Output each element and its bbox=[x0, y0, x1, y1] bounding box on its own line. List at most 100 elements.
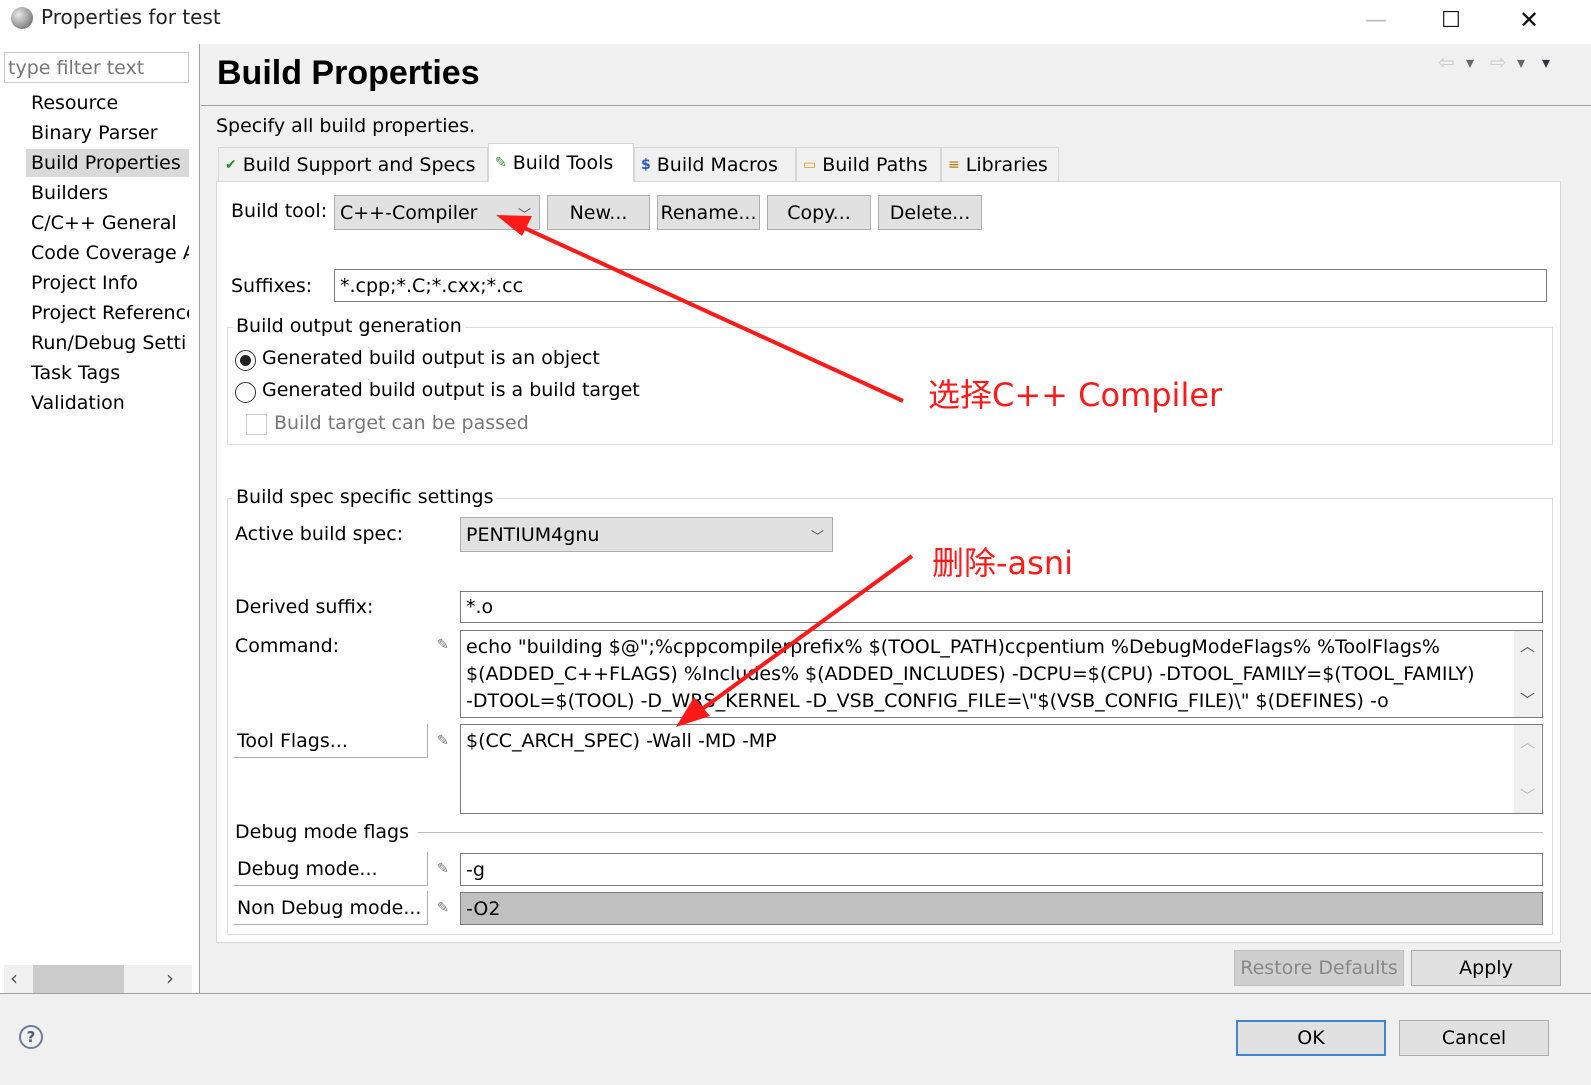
maximize-button[interactable]: ☐ bbox=[1412, 0, 1490, 40]
tab-build-support-and-specs[interactable]: ✔ Build Support and Specs bbox=[218, 147, 488, 181]
scroll-right-icon[interactable]: › bbox=[166, 966, 174, 990]
page-description: Specify all build properties. bbox=[216, 115, 476, 137]
non-debug-mode-button[interactable]: Non Debug mode... bbox=[234, 891, 428, 925]
tree-item-code-coverage[interactable]: Code Coverage A bbox=[26, 239, 189, 267]
scroll-up-icon[interactable]: ︿ bbox=[1520, 635, 1535, 656]
maximize-icon: ☐ bbox=[1441, 7, 1461, 33]
copy-tool-button[interactable]: Copy... bbox=[767, 195, 871, 230]
tool-flags-textarea[interactable]: $(CC_ARCH_SPEC) -Wall -MD -MP bbox=[460, 724, 1543, 814]
debug-mode-button[interactable]: Debug mode... bbox=[234, 852, 428, 886]
tree-item-validation[interactable]: Validation bbox=[26, 389, 189, 417]
passthrough-checkbox[interactable] bbox=[246, 414, 267, 435]
tree-item-cpp-general[interactable]: C/C++ General bbox=[26, 209, 189, 237]
ok-button[interactable]: OK bbox=[1236, 1020, 1386, 1056]
passthrough-label: Build target can be passed bbox=[274, 412, 529, 434]
command-scrollbar[interactable]: ︿ ﹀ bbox=[1514, 631, 1541, 717]
forward-arrow-icon[interactable]: ⇨ bbox=[1490, 50, 1507, 74]
cancel-button[interactable]: Cancel bbox=[1399, 1020, 1549, 1056]
footer-divider bbox=[0, 993, 1591, 994]
scroll-down-icon[interactable]: ﹀ bbox=[1520, 689, 1535, 710]
command-line: echo "building $@";%cppcompilerprefix% $… bbox=[466, 636, 1440, 658]
command-line: $(ADDED_C++FLAGS) %Includes% $(ADDED_INC… bbox=[466, 663, 1475, 685]
build-tool-select[interactable]: C++-Compiler ﹀ bbox=[334, 195, 540, 230]
dollar-icon: $ bbox=[641, 156, 651, 173]
close-button[interactable]: ✕ bbox=[1490, 0, 1568, 40]
pencil-icon[interactable]: ✎ bbox=[437, 861, 449, 877]
non-debug-mode-input[interactable]: -O2 bbox=[460, 892, 1543, 925]
minimize-button[interactable]: — bbox=[1337, 0, 1415, 40]
debug-group-title: Debug mode flags bbox=[235, 821, 410, 843]
tree-item-project-info[interactable]: Project Info bbox=[26, 269, 189, 297]
back-arrow-icon[interactable]: ⇦ bbox=[1438, 50, 1455, 74]
command-line: -DTOOL=$(TOOL) -D_WRS_KERNEL -D_VSB_CONF… bbox=[466, 690, 1389, 712]
tree-horizontal-scrollbar[interactable]: ‹ › bbox=[4, 965, 192, 993]
tree-item-task-tags[interactable]: Task Tags bbox=[26, 359, 189, 387]
forward-dropdown-icon[interactable]: ▾ bbox=[1517, 53, 1525, 72]
pencil-icon[interactable]: ✎ bbox=[437, 900, 449, 916]
suffixes-input[interactable]: *.cpp;*.C;*.cxx;*.cc bbox=[334, 269, 1547, 302]
minimize-icon: — bbox=[1365, 7, 1387, 33]
chevron-down-icon: ﹀ bbox=[810, 530, 824, 545]
active-build-spec-value: PENTIUM4gnu bbox=[466, 523, 600, 546]
tool-flags-button[interactable]: Tool Flags... bbox=[234, 724, 428, 758]
radio-output-object-label[interactable]: Generated build output is an object bbox=[262, 347, 600, 369]
tab-build-macros[interactable]: $ Build Macros bbox=[634, 147, 796, 181]
tool-icon: ✎ bbox=[495, 155, 507, 171]
build-tool-label: Build tool: bbox=[231, 200, 328, 222]
command-label: Command: bbox=[235, 635, 340, 657]
derived-suffix-label: Derived suffix: bbox=[235, 596, 374, 618]
tab-label: Build Paths bbox=[822, 153, 928, 176]
scroll-left-icon[interactable]: ‹ bbox=[10, 966, 18, 990]
restore-defaults-button[interactable]: Restore Defaults bbox=[1234, 950, 1404, 986]
help-icon[interactable]: ? bbox=[19, 1025, 43, 1049]
active-build-spec-select[interactable]: PENTIUM4gnu ﹀ bbox=[460, 517, 833, 552]
tree-item-resource[interactable]: Resource bbox=[26, 89, 189, 117]
tree-item-build-properties[interactable]: Build Properties bbox=[26, 149, 189, 177]
radio-output-target-label[interactable]: Generated build output is a build target bbox=[262, 379, 640, 401]
scroll-down-icon[interactable]: ﹀ bbox=[1520, 785, 1535, 806]
tab-label: Libraries bbox=[965, 153, 1048, 176]
build-tool-value: C++-Compiler bbox=[340, 201, 478, 224]
pencil-icon[interactable]: ✎ bbox=[437, 733, 449, 749]
view-menu-icon[interactable]: ▾ bbox=[1542, 53, 1550, 72]
library-icon: ≡ bbox=[948, 156, 960, 173]
radio-output-target[interactable] bbox=[235, 382, 256, 403]
tree-item-binary-parser[interactable]: Binary Parser bbox=[26, 119, 189, 147]
tool-flags-scrollbar[interactable]: ︿ ﹀ bbox=[1514, 725, 1541, 813]
window-title: Properties for test bbox=[41, 5, 221, 29]
filter-input[interactable] bbox=[4, 52, 189, 83]
scrollbar-thumb[interactable] bbox=[33, 965, 124, 993]
tree-item-builders[interactable]: Builders bbox=[26, 179, 189, 207]
tab-label: Build Tools bbox=[512, 152, 614, 174]
tree-item-project-references[interactable]: Project Reference bbox=[26, 299, 189, 327]
chevron-down-icon: ﹀ bbox=[517, 208, 531, 223]
tab-label: Build Support and Specs bbox=[242, 153, 476, 176]
tab-libraries[interactable]: ≡ Libraries bbox=[941, 147, 1059, 181]
debug-mode-input[interactable]: -g bbox=[460, 853, 1543, 886]
build-output-group-title: Build output generation bbox=[233, 315, 465, 337]
close-icon: ✕ bbox=[1518, 6, 1540, 34]
tab-build-paths[interactable]: ▭ Build Paths bbox=[796, 147, 941, 181]
folder-icon: ▭ bbox=[803, 156, 817, 173]
tree-item-run-debug-settings[interactable]: Run/Debug Setti bbox=[26, 329, 189, 357]
annotation-delete-ansi: 删除-asni bbox=[932, 544, 1074, 582]
apply-button[interactable]: Apply bbox=[1411, 950, 1561, 986]
delete-tool-button[interactable]: Delete... bbox=[878, 195, 982, 230]
new-tool-button[interactable]: New... bbox=[547, 195, 650, 230]
pencil-icon[interactable]: ✎ bbox=[437, 637, 449, 653]
command-textarea[interactable]: echo "building $@";%cppcompilerprefix% $… bbox=[460, 630, 1543, 718]
checkmark-icon: ✔ bbox=[225, 156, 237, 173]
tab-label: Build Macros bbox=[656, 153, 778, 176]
app-icon bbox=[11, 7, 33, 29]
debug-group-divider bbox=[418, 832, 1543, 833]
scroll-up-icon[interactable]: ︿ bbox=[1520, 731, 1535, 752]
annotation-select-compiler: 选择C++ Compiler bbox=[928, 376, 1223, 414]
suffixes-label: Suffixes: bbox=[231, 275, 313, 297]
rename-tool-button[interactable]: Rename... bbox=[657, 195, 760, 230]
page-title: Build Properties bbox=[217, 54, 480, 92]
active-build-spec-label: Active build spec: bbox=[235, 523, 404, 545]
radio-output-object[interactable] bbox=[235, 350, 256, 371]
tab-build-tools[interactable]: ✎ Build Tools bbox=[488, 143, 634, 182]
back-dropdown-icon[interactable]: ▾ bbox=[1466, 53, 1474, 72]
derived-suffix-input[interactable]: *.o bbox=[460, 591, 1543, 623]
